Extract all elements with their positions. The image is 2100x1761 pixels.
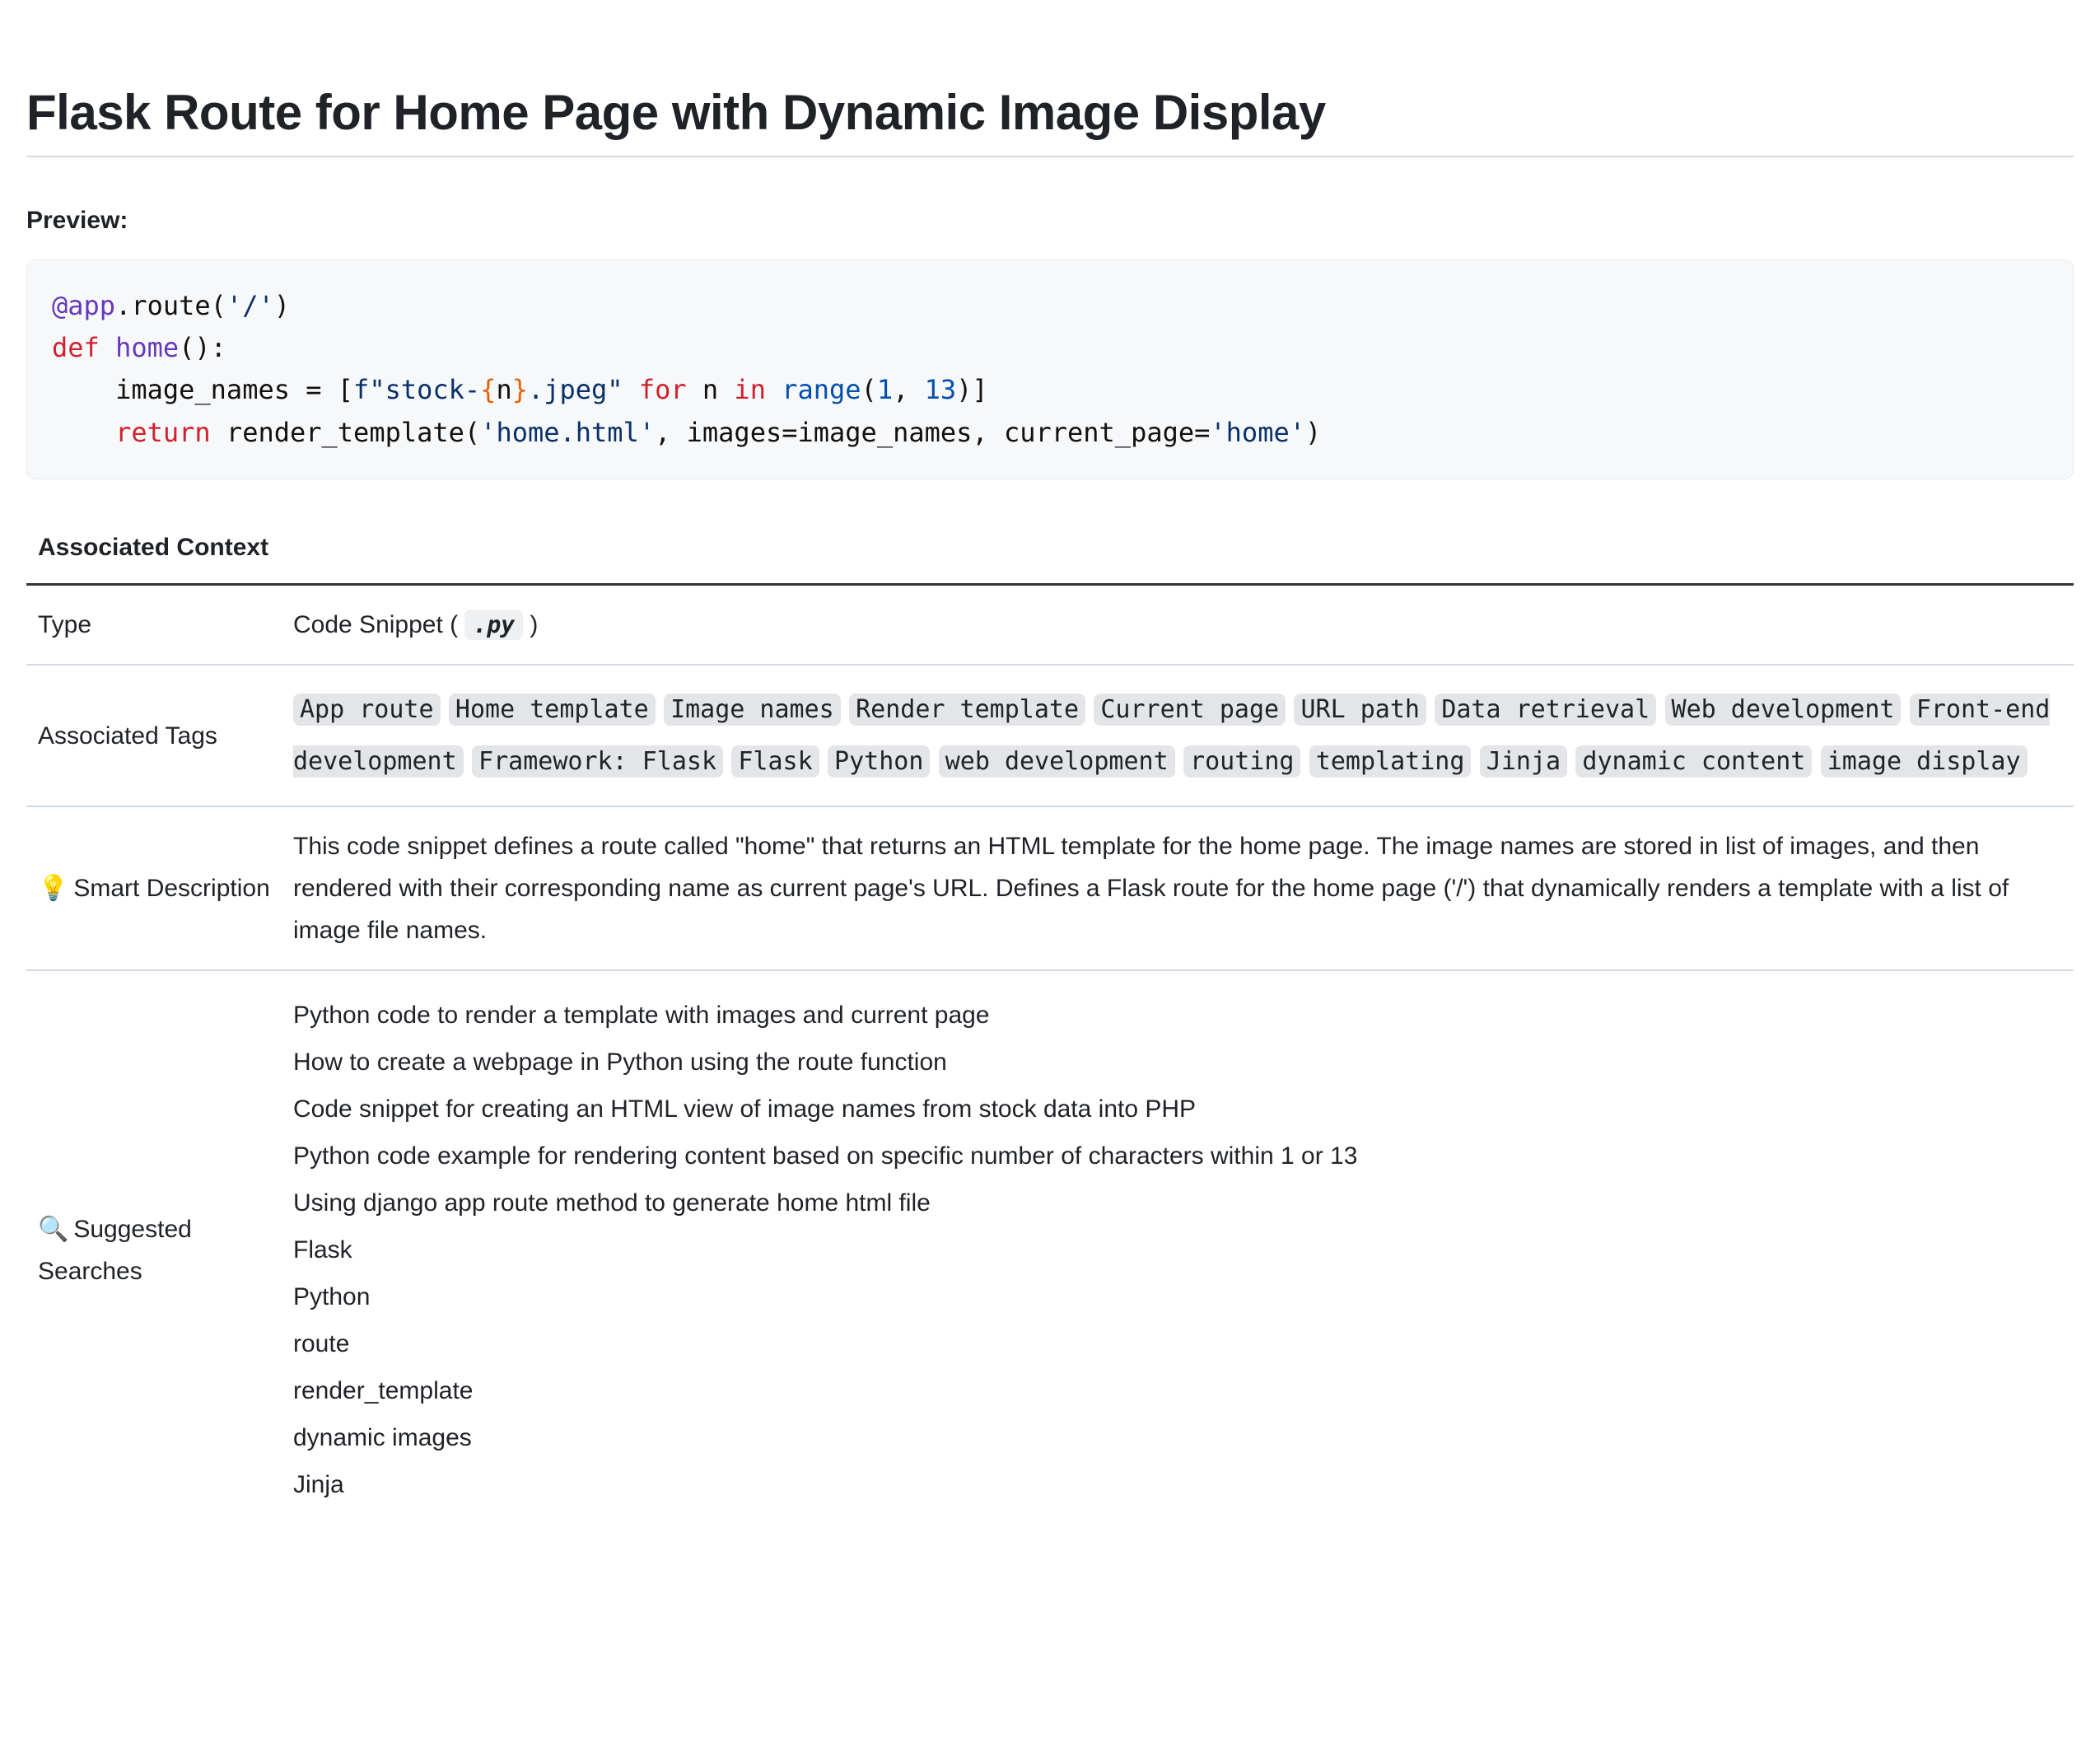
code-token: image_names = [ bbox=[115, 374, 353, 405]
tag-chip[interactable]: Render template bbox=[849, 694, 1085, 726]
table-row-suggested-searches: 🔍Suggested Searches Python code to rende… bbox=[26, 970, 2074, 1529]
suggested-search-item[interactable]: Python code to render a template with im… bbox=[293, 994, 2062, 1036]
code-token: (): bbox=[179, 332, 226, 363]
code-token: f"stock- bbox=[353, 374, 480, 405]
tag-chip[interactable]: Home template bbox=[449, 694, 656, 726]
tag-chip[interactable]: Data retrieval bbox=[1435, 694, 1656, 726]
row-label-text: Smart Description bbox=[73, 875, 269, 902]
suggested-search-item[interactable]: render_template bbox=[293, 1370, 2062, 1412]
code-token: , images=image_names, current_page= bbox=[655, 417, 1210, 448]
code-token: in bbox=[734, 374, 766, 405]
code-token: , bbox=[893, 374, 925, 405]
tag-chip[interactable]: Web development bbox=[1665, 694, 1902, 726]
tag-chip[interactable]: Jinja bbox=[1480, 745, 1567, 778]
row-label: 💡Smart Description bbox=[26, 806, 282, 970]
code-token: home bbox=[115, 332, 179, 363]
table-row-smart-description: 💡Smart Description This code snippet def… bbox=[26, 806, 2074, 970]
code-token: ( bbox=[861, 374, 877, 405]
tag-chip[interactable]: Python bbox=[828, 745, 930, 778]
code-token bbox=[52, 417, 115, 448]
magnifier-icon: 🔍 bbox=[38, 1216, 68, 1243]
code-token: '/' bbox=[226, 290, 274, 321]
tag-chip[interactable]: routing bbox=[1183, 745, 1300, 778]
tag-chip[interactable]: Framework: Flask bbox=[472, 745, 723, 778]
code-token: def bbox=[52, 332, 100, 363]
code-token: range bbox=[782, 374, 861, 405]
code-token: { bbox=[480, 374, 496, 405]
tag-chip[interactable]: templating bbox=[1309, 745, 1472, 778]
suggested-search-item[interactable]: Python bbox=[293, 1276, 2062, 1318]
code-token: )] bbox=[956, 374, 988, 405]
code-token: .route( bbox=[115, 290, 226, 321]
suggested-search-item[interactable]: route bbox=[293, 1323, 2062, 1365]
lightbulb-icon: 💡 bbox=[38, 875, 68, 902]
code-token bbox=[52, 374, 115, 405]
suggested-search-item[interactable]: Code snippet for creating an HTML view o… bbox=[293, 1088, 2062, 1130]
table-row-tags: Associated Tags App route Home template … bbox=[26, 665, 2074, 806]
row-value: Code Snippet ( .py ) bbox=[282, 585, 2074, 666]
code-token: } bbox=[512, 374, 528, 405]
code-token: n bbox=[687, 374, 735, 405]
suggested-search-item[interactable]: How to create a webpage in Python using … bbox=[293, 1041, 2062, 1083]
suggested-search-item[interactable]: Python code example for rendering conten… bbox=[293, 1135, 2062, 1177]
code-token: 'home.html' bbox=[480, 417, 655, 448]
row-label: Associated Tags bbox=[26, 665, 282, 806]
code-token: return bbox=[115, 417, 211, 448]
code-token: 13 bbox=[925, 374, 957, 405]
tags-cell: App route Home template Image names Rend… bbox=[282, 665, 2074, 806]
associated-context-table: Associated Context Type Code Snippet ( .… bbox=[26, 512, 2074, 1530]
page-title: Flask Route for Home Page with Dynamic I… bbox=[26, 84, 2074, 157]
code-token: 1 bbox=[877, 374, 893, 405]
tag-chip[interactable]: Current page bbox=[1094, 694, 1286, 726]
code-token: for bbox=[639, 374, 687, 405]
tag-chip[interactable]: dynamic content bbox=[1575, 745, 1812, 778]
file-extension: .py bbox=[464, 610, 523, 640]
tag-chip[interactable]: web development bbox=[939, 745, 1175, 778]
code-token: @app bbox=[52, 290, 115, 321]
tag-chip[interactable]: image display bbox=[1821, 745, 2028, 778]
code-token: ) bbox=[1305, 417, 1321, 448]
code-token: render_template( bbox=[211, 417, 481, 448]
preview-label: Preview: bbox=[26, 207, 2074, 235]
tag-chip[interactable]: Image names bbox=[664, 694, 841, 726]
code-token: n bbox=[496, 374, 511, 405]
context-header: Associated Context bbox=[26, 512, 282, 585]
suggested-searches-list: Python code to render a template with im… bbox=[282, 970, 2074, 1529]
code-token: ) bbox=[274, 290, 290, 321]
suggested-search-item[interactable]: Jinja bbox=[293, 1464, 2062, 1506]
smart-description-text: This code snippet defines a route called… bbox=[282, 806, 2074, 970]
table-row-type: Type Code Snippet ( .py ) bbox=[26, 585, 2074, 666]
suggested-search-item[interactable]: Using django app route method to generat… bbox=[293, 1182, 2062, 1224]
code-token: .jpeg" bbox=[528, 374, 623, 405]
type-prefix: Code Snippet ( bbox=[293, 611, 464, 638]
code-token: 'home' bbox=[1210, 417, 1305, 448]
tag-chip[interactable]: URL path bbox=[1294, 694, 1426, 726]
suggested-search-item[interactable]: Flask bbox=[293, 1229, 2062, 1271]
type-suffix: ) bbox=[523, 611, 538, 638]
tag-chip[interactable]: Flask bbox=[731, 745, 819, 778]
row-label: 🔍Suggested Searches bbox=[26, 970, 282, 1529]
tag-chip[interactable]: App route bbox=[293, 694, 441, 726]
row-label: Type bbox=[26, 585, 282, 666]
code-preview: @app.route('/') def home(): image_names … bbox=[26, 259, 2074, 479]
suggested-search-item[interactable]: dynamic images bbox=[293, 1417, 2062, 1459]
